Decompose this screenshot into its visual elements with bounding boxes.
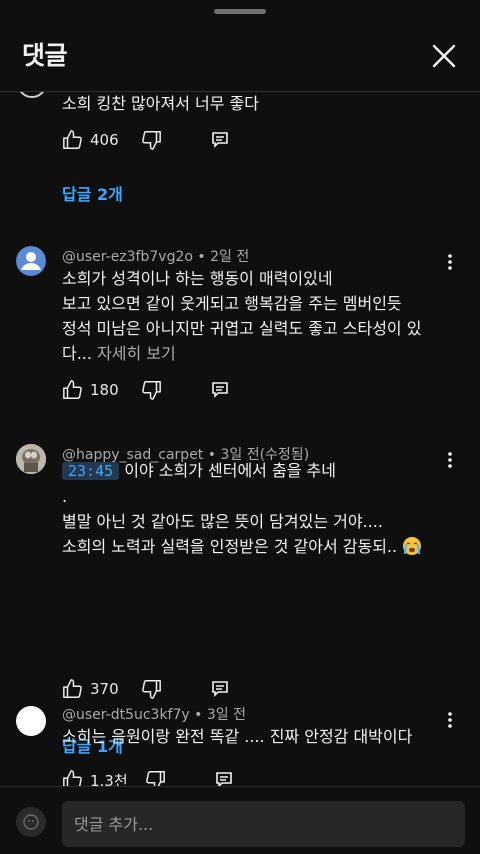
like-icon[interactable] — [62, 129, 84, 151]
replies-button[interactable]: 답글 2개 — [62, 181, 123, 205]
dislike-icon[interactable] — [140, 379, 162, 401]
avatar[interactable] — [16, 246, 46, 276]
comment-actions: 180 — [62, 378, 230, 402]
like-count: 180 — [90, 381, 119, 399]
comment-time: 2일 전 — [210, 249, 250, 265]
close-icon[interactable] — [428, 40, 460, 72]
comment-item: @happy_sad_carpet • 3일 전(수정됨) 23:45 이야 소… — [0, 444, 480, 756]
read-more-link[interactable]: 자세히 보기 — [92, 344, 176, 363]
like-icon[interactable] — [62, 678, 84, 700]
like-count: 406 — [90, 131, 119, 149]
comment-time: 3일 전 — [206, 707, 246, 723]
like-icon[interactable] — [62, 769, 84, 786]
drag-handle-bar[interactable] — [214, 9, 266, 14]
comment-author[interactable]: @user-ez3fb7vg2o — [62, 249, 193, 265]
reply-icon[interactable] — [210, 380, 230, 400]
avatar[interactable] — [16, 706, 46, 736]
comment-author[interactable]: @user-dt5uc3kf7y — [62, 707, 190, 723]
video-timestamp-link[interactable]: 23:45 — [62, 462, 120, 480]
comment-text: 소희가 성격이나 하는 행동이 매력이있네 보고 있으면 같이 웃게되고 행복감… — [62, 269, 422, 363]
dislike-icon[interactable] — [140, 678, 162, 700]
like-icon[interactable] — [62, 379, 84, 401]
like-count: 1.3천 — [90, 771, 128, 787]
avatar[interactable] — [17, 92, 47, 98]
dislike-icon[interactable] — [144, 769, 166, 786]
comment-item: @user-ez3fb7vg2o • 2일 전 소희가 성격이나 하는 행동이 … — [0, 246, 480, 416]
comment-meta: @user-ez3fb7vg2o • 2일 전 — [62, 249, 250, 265]
comment-text: 23:45 이야 소희가 센터에서 춤을 추네 . 별말 아닌 것 같아도 많은… — [62, 458, 457, 559]
add-comment-input[interactable] — [62, 801, 465, 847]
avatar[interactable] — [16, 444, 46, 474]
crying-face-icon — [403, 537, 422, 555]
add-comment-bar — [0, 786, 480, 854]
comments-header: 댓글 — [0, 0, 480, 92]
reply-icon[interactable] — [214, 770, 234, 786]
comment-actions: 1.3천 — [62, 768, 234, 786]
comment-meta: @user-dt5uc3kf7y • 3일 전 — [62, 707, 246, 723]
dislike-icon[interactable] — [140, 129, 162, 151]
comments-sheet: 댓글 소희 킹찬 많아져서 너무 좋다 406 답글 2개 @user-ez3f… — [0, 0, 480, 854]
default-avatar-icon — [16, 246, 46, 276]
profile-photo-icon — [16, 444, 46, 474]
comment-list[interactable]: 소희 킹찬 많아져서 너무 좋다 406 답글 2개 @user-ez3fb7v… — [0, 92, 480, 786]
user-avatar-icon — [17, 808, 45, 836]
comment-item: @user-dt5uc3kf7y • 3일 전 소히는 음원이랑 완전 똑같 .… — [0, 704, 480, 786]
like-count: 370 — [90, 680, 119, 698]
reply-icon[interactable] — [210, 679, 230, 699]
page-title: 댓글 — [22, 41, 68, 70]
comment-actions: 406 — [62, 128, 230, 152]
my-avatar — [16, 807, 46, 837]
reply-icon[interactable] — [210, 130, 230, 150]
comment-actions: 370 — [62, 677, 230, 701]
comment-text: 소희 킹찬 많아져서 너무 좋다 — [62, 94, 259, 113]
comment-text: 소히는 음원이랑 완전 똑같 .... 진짜 안정감 대박이다 — [62, 727, 413, 746]
